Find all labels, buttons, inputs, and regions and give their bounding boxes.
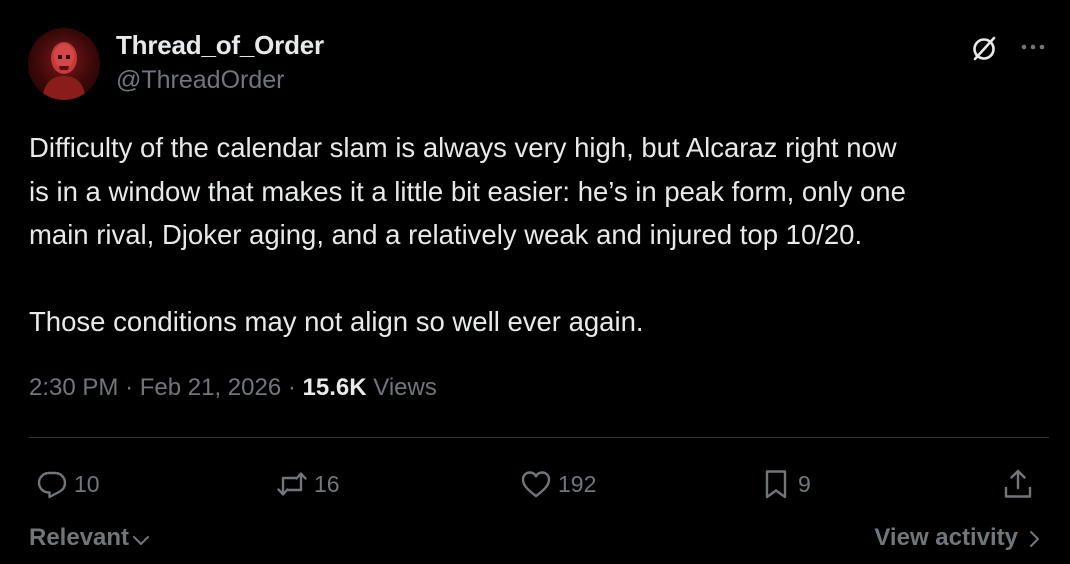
tweet-text-line: Difficulty of the calendar slam is alway… bbox=[29, 132, 897, 163]
views-count: 15.6K bbox=[302, 374, 374, 401]
chevron-right-icon bbox=[1030, 531, 1039, 547]
meta-separator: · bbox=[125, 374, 140, 401]
views-label: Views bbox=[373, 374, 437, 401]
author-handle[interactable]: @ThreadOrder bbox=[116, 66, 285, 95]
grok-icon[interactable] bbox=[968, 32, 1000, 64]
tweet-text-line: Those conditions may not align so well e… bbox=[29, 306, 644, 337]
tweet-card: Thread_of_Order @ThreadOrder Difficulty … bbox=[0, 0, 1070, 564]
avatar-image bbox=[42, 42, 86, 100]
bookmark-button[interactable]: 9 bbox=[760, 464, 811, 504]
reply-count: 10 bbox=[74, 470, 100, 497]
tweet-text-line: is in a window that makes it a little bi… bbox=[29, 175, 906, 207]
bookmark-icon bbox=[765, 470, 787, 499]
avatar[interactable] bbox=[28, 28, 100, 100]
tweet-meta: 2:30 PM · Feb 21, 2026 · 15.6K Views bbox=[29, 374, 437, 402]
repost-button[interactable]: 16 bbox=[276, 464, 340, 504]
bookmark-count: 9 bbox=[798, 470, 811, 497]
view-activity-label: View activity bbox=[874, 524, 1018, 551]
tweet-date[interactable]: Feb 21, 2026 bbox=[140, 374, 281, 401]
meta-separator: · bbox=[287, 374, 303, 401]
sort-label: Relevant bbox=[29, 524, 130, 551]
like-button[interactable]: 192 bbox=[520, 464, 596, 504]
tweet-text: Difficulty of the calendar slam is alway… bbox=[29, 126, 1049, 344]
repost-icon bbox=[277, 472, 307, 496]
heart-icon bbox=[521, 471, 551, 498]
tweet-text-line: main rival, Djoker aging, and a relative… bbox=[29, 219, 863, 250]
share-icon bbox=[1004, 469, 1032, 498]
tweet-time[interactable]: 2:30 PM bbox=[29, 374, 118, 401]
view-activity-link[interactable]: View activity bbox=[874, 524, 1044, 552]
divider bbox=[29, 437, 1049, 438]
chevron-down-icon bbox=[133, 536, 150, 545]
reply-icon bbox=[37, 471, 67, 499]
repost-count: 16 bbox=[314, 470, 340, 497]
share-button[interactable] bbox=[1002, 464, 1040, 504]
author-display-name[interactable]: Thread_of_Order bbox=[116, 30, 324, 61]
sort-replies-dropdown[interactable]: Relevant bbox=[29, 524, 151, 552]
reply-button[interactable]: 10 bbox=[36, 464, 100, 504]
more-options-icon[interactable] bbox=[1018, 32, 1048, 62]
like-count: 192 bbox=[558, 470, 597, 497]
